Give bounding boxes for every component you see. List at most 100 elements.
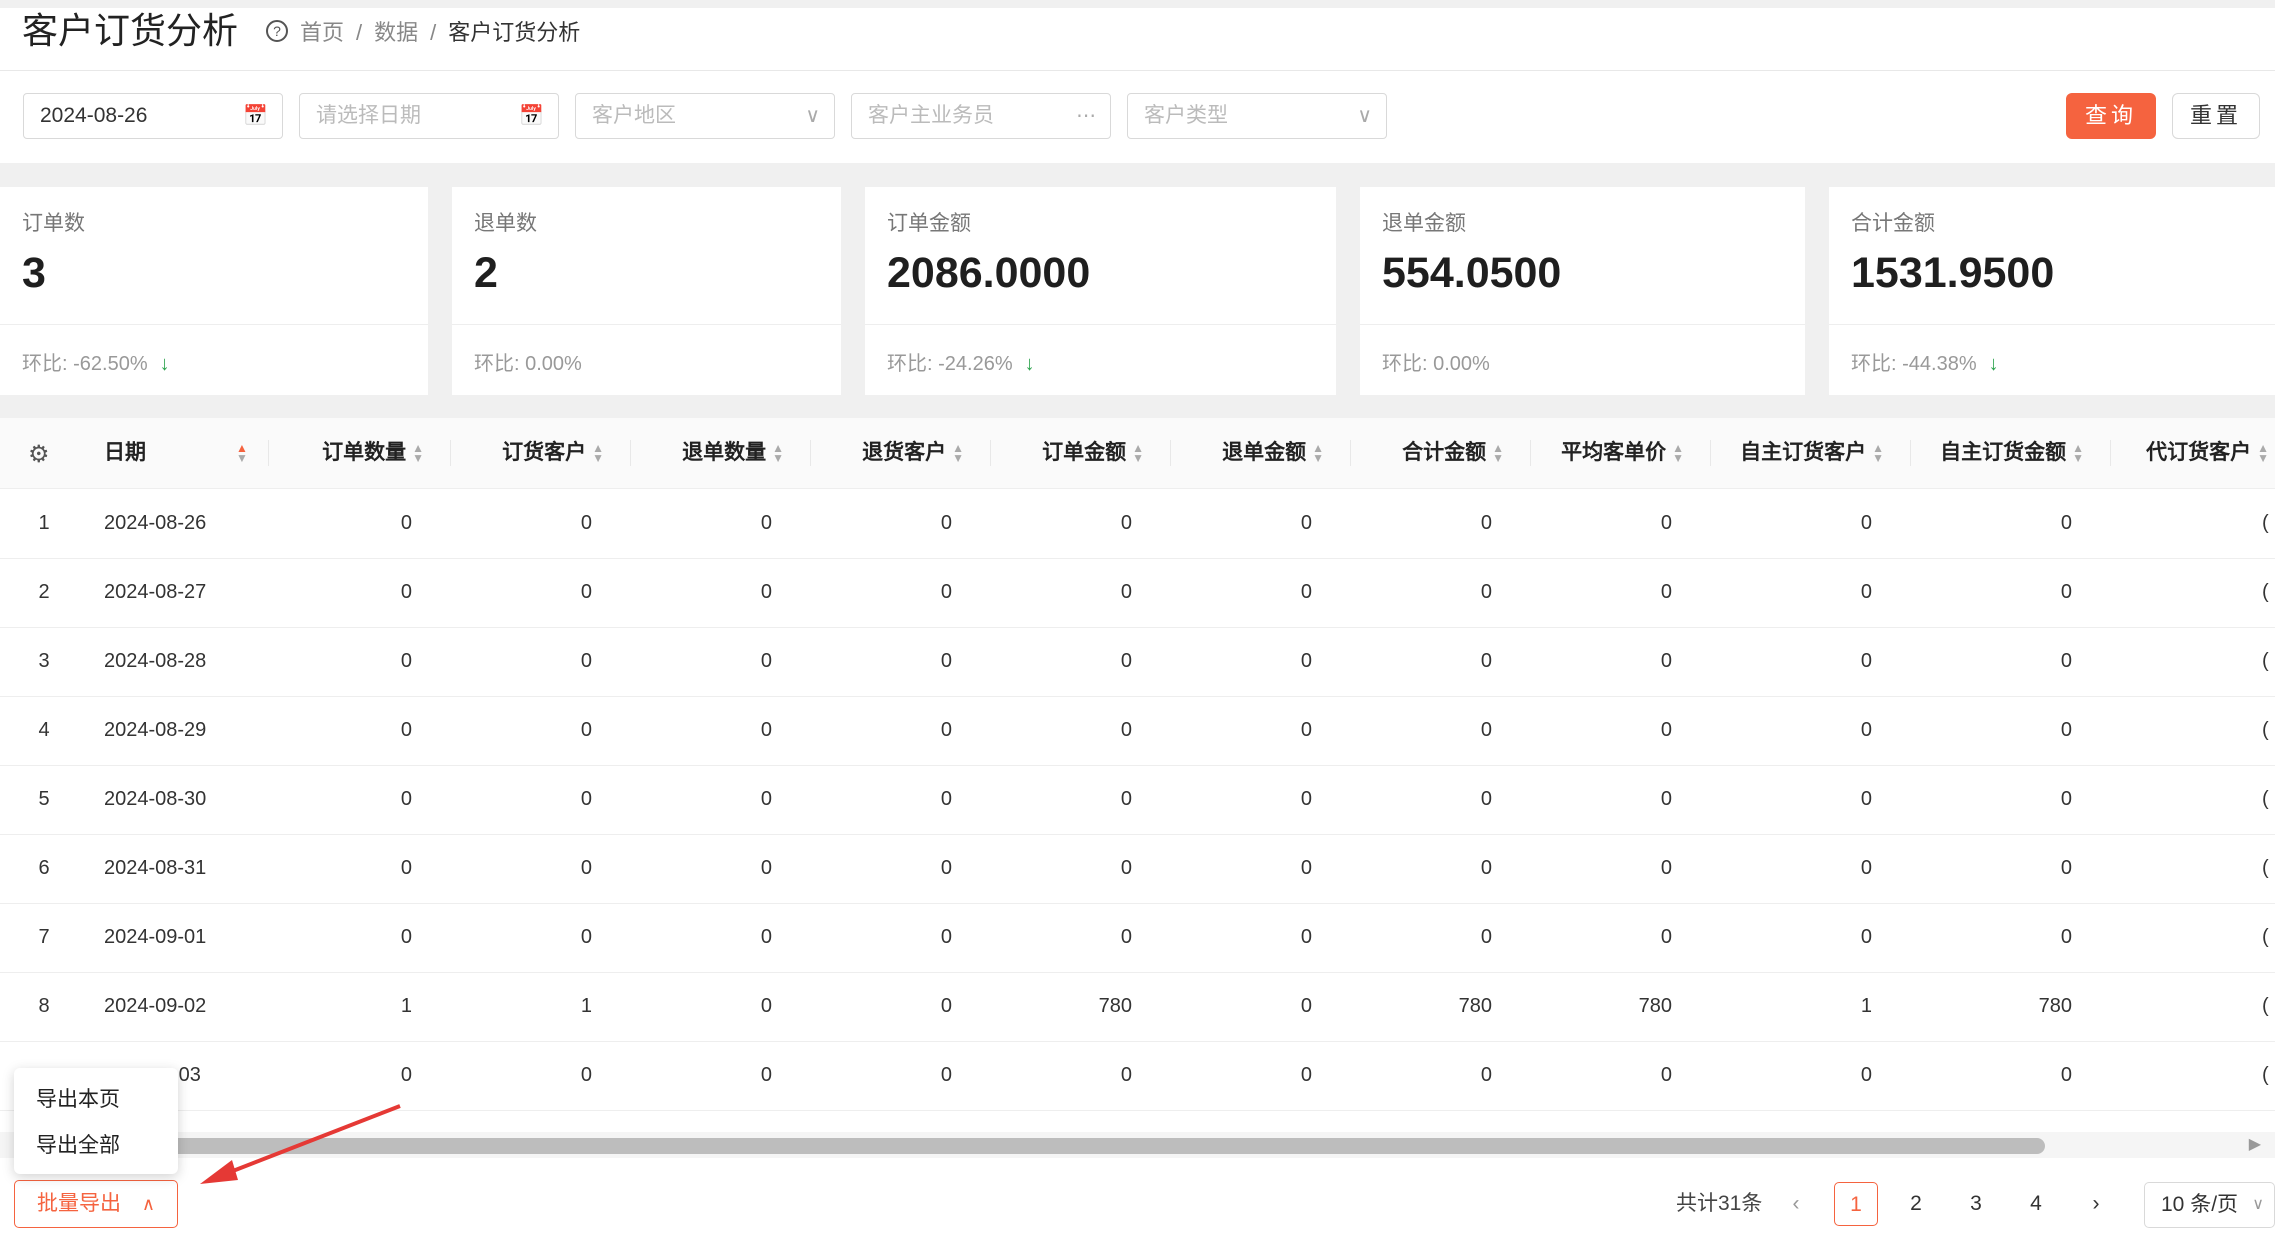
table-cell: 0 <box>400 788 412 810</box>
column-header[interactable]: 自主订货客户 ▲ ▼ <box>1714 418 1884 488</box>
column-header[interactable]: 退货客户 ▲ ▼ <box>794 418 964 488</box>
table-cell: 1 <box>1860 995 1872 1017</box>
page-button-2[interactable]: 2 <box>1894 1182 1938 1226</box>
row-date: 2024-08-26 <box>104 512 207 534</box>
row-index: 7 <box>38 926 50 948</box>
prev-page-button[interactable]: ‹ <box>1774 1182 1818 1226</box>
page-button-4[interactable]: 4 <box>2014 1182 2058 1226</box>
export-all-item[interactable]: 导出全部 <box>36 1126 120 1166</box>
query-button[interactable]: 查询 <box>2066 93 2156 139</box>
table-cell: 0 <box>1480 719 1492 741</box>
column-header[interactable]: 平均客单价 ▲ ▼ <box>1514 418 1684 488</box>
column-header[interactable]: 合计金额 ▲ ▼ <box>1334 418 1504 488</box>
table-cell: 0 <box>940 650 952 672</box>
sort-icon[interactable]: ▲ ▼ <box>592 442 604 464</box>
column-header[interactable]: 自主订货金额 ▲ ▼ <box>1914 418 2084 488</box>
table-cell-clipped: ( <box>2262 650 2269 672</box>
row-index: 5 <box>38 788 50 810</box>
customer-type-select[interactable]: 客户类型 ∨ <box>1127 93 1387 139</box>
table-cell: 0 <box>400 1064 412 1086</box>
table-row: 7 2024-09-01 0 0 0 0 0 0 0 0 0 0 ( <box>0 903 2275 973</box>
ratio-label: 环比: <box>1382 353 1428 375</box>
table-cell: 0 <box>1120 650 1132 672</box>
horizontal-scrollbar[interactable]: ▶ <box>0 1132 2275 1158</box>
column-header[interactable]: 订单金额 ▲ ▼ <box>974 418 1144 488</box>
card-label: 退单数 <box>474 212 537 235</box>
sort-icon[interactable]: ▲ ▼ <box>952 442 964 464</box>
sort-icon[interactable]: ▲ ▼ <box>2257 442 2269 464</box>
column-header[interactable]: 退单数量 ▲ ▼ <box>614 418 784 488</box>
next-page-button[interactable]: › <box>2074 1182 2118 1226</box>
table-cell: 0 <box>400 650 412 672</box>
region-placeholder: 客户地区 <box>592 104 676 127</box>
region-select[interactable]: 客户地区 ∨ <box>575 93 835 139</box>
column-header-label: 合计金额 <box>1402 441 1487 464</box>
table-cell: 0 <box>1300 1064 1312 1086</box>
column-header[interactable]: 订货客户 ▲ ▼ <box>434 418 604 488</box>
card-value: 1531.9500 <box>1851 249 2055 297</box>
ratio-value: -62.50% <box>73 353 148 375</box>
table-cell: 0 <box>1120 857 1132 879</box>
table-cell: 0 <box>580 650 592 672</box>
table-cell: 0 <box>580 719 592 741</box>
end-date-placeholder: 请选择日期 <box>316 104 421 127</box>
batch-export-button[interactable]: 批量导出 ∧ <box>14 1180 178 1228</box>
table-cell: 0 <box>940 995 952 1017</box>
arrow-down-icon: ↓ <box>1988 353 1999 375</box>
sort-icon[interactable]: ▲ ▼ <box>1672 442 1684 464</box>
column-header[interactable]: 订单数量 ▲ ▼ <box>254 418 424 488</box>
table-cell: 0 <box>1120 788 1132 810</box>
gear-icon[interactable]: ⚙ <box>28 440 50 469</box>
export-dropdown-menu: 导出本页 导出全部 <box>14 1068 178 1174</box>
sort-icon[interactable]: ▲ ▼ <box>1312 442 1324 464</box>
column-header[interactable]: 退单金额 ▲ ▼ <box>1154 418 1324 488</box>
table-cell: 0 <box>1300 788 1312 810</box>
table-cell: 0 <box>1660 512 1672 534</box>
reset-button[interactable]: 重置 <box>2172 93 2260 139</box>
table-row: 4 2024-08-29 0 0 0 0 0 0 0 0 0 0 ( <box>0 696 2275 766</box>
scrollbar-thumb[interactable] <box>20 1138 2045 1154</box>
export-current-page-item[interactable]: 导出本页 <box>36 1080 120 1120</box>
card-label: 订单金额 <box>887 212 971 235</box>
table-cell: 0 <box>2060 650 2072 672</box>
page-button-1[interactable]: 1 <box>1834 1182 1878 1226</box>
table-cell: 0 <box>940 581 952 603</box>
table-cell: 0 <box>1660 650 1672 672</box>
summary-card-returns: 退单数 2 环比: 0.00% <box>452 187 841 395</box>
table-cell: 0 <box>580 926 592 948</box>
start-date-picker[interactable]: 2024-08-26 📅 <box>23 93 283 139</box>
end-date-picker[interactable]: 请选择日期 📅 <box>299 93 559 139</box>
salesman-select[interactable]: 客户主业务员 ⋯ <box>851 93 1111 139</box>
summary-card-orders: 订单数 3 环比: -62.50% ↓ <box>0 187 428 395</box>
breadcrumb-current: 客户订货分析 <box>448 20 581 45</box>
sort-icon[interactable]: ▲ ▼ <box>2072 442 2084 464</box>
help-icon[interactable]: ? <box>266 20 288 42</box>
page-size-value: 10 条/页 <box>2161 1193 2239 1216</box>
ratio-label: 环比: <box>1851 353 1897 375</box>
row-index: 1 <box>38 512 50 534</box>
breadcrumb-home[interactable]: 首页 <box>300 20 344 45</box>
column-header-date[interactable]: 日期 ▲ ▼ <box>104 418 264 488</box>
table-row: 5 2024-08-30 0 0 0 0 0 0 0 0 0 0 ( <box>0 765 2275 835</box>
table-row: 8 2024-09-02 1 1 0 0 780 0 780 780 1 780 ( <box>0 972 2275 1042</box>
table-cell: 0 <box>1480 650 1492 672</box>
sort-icon[interactable]: ▲ ▼ <box>1872 442 1884 464</box>
column-header[interactable]: 代订货客户 ▲ ▼ <box>2099 418 2269 488</box>
table-cell: 0 <box>1120 512 1132 534</box>
page-size-select[interactable]: 10 条/页 ∨ <box>2144 1182 2275 1228</box>
sort-icon[interactable]: ▲ ▼ <box>236 442 248 464</box>
table-cell: 0 <box>1660 719 1672 741</box>
sort-icon[interactable]: ▲ ▼ <box>1492 442 1504 464</box>
sort-icon[interactable]: ▲ ▼ <box>772 442 784 464</box>
row-index: 3 <box>38 650 50 672</box>
sort-icon[interactable]: ▲ ▼ <box>412 442 424 464</box>
scroll-right-icon[interactable]: ▶ <box>2249 1132 2261 1158</box>
salesman-placeholder: 客户主业务员 <box>868 104 994 127</box>
table-cell: 0 <box>1300 512 1312 534</box>
table-cell: 0 <box>400 581 412 603</box>
table-cell: 0 <box>760 995 772 1017</box>
breadcrumb-data[interactable]: 数据 <box>374 20 418 45</box>
sort-icon[interactable]: ▲ ▼ <box>1132 442 1144 464</box>
table-cell: 0 <box>1480 1064 1492 1086</box>
page-button-3[interactable]: 3 <box>1954 1182 1998 1226</box>
